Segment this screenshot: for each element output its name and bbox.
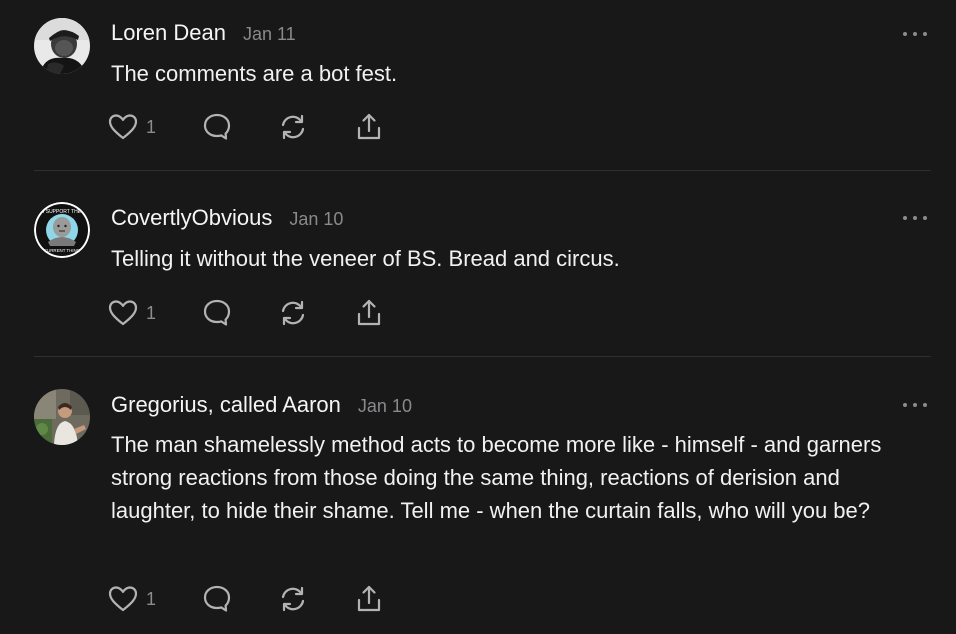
comment-actions: 1 (108, 582, 394, 616)
comment-icon (203, 299, 231, 326)
restack-icon (281, 114, 305, 140)
like-button[interactable]: 1 (108, 299, 202, 327)
heart-icon (108, 114, 138, 140)
heart-icon (108, 586, 138, 612)
share-icon (357, 113, 381, 140)
more-options-icon[interactable] (903, 400, 927, 410)
badge-text-top: I SUPPORT THE (43, 209, 82, 215)
comment-text: Telling it without the veneer of BS. Bre… (111, 246, 620, 271)
more-options-icon[interactable] (903, 29, 927, 39)
comment-divider (34, 356, 931, 357)
comment-date[interactable]: Jan 11 (243, 24, 296, 45)
comment-actions: 1 (108, 296, 394, 330)
avatar-image (34, 18, 90, 74)
comment-header: Gregorius, called Aaron Jan 10 (111, 392, 412, 418)
like-count: 1 (146, 588, 157, 609)
author-name[interactable]: CovertlyObvious (111, 205, 272, 231)
comment-header: CovertlyObvious Jan 10 (111, 205, 343, 231)
share-button[interactable] (354, 298, 394, 328)
like-button[interactable]: 1 (108, 585, 202, 613)
comment-date[interactable]: Jan 10 (358, 396, 412, 417)
share-icon (357, 585, 381, 612)
avatar-loren-dean[interactable] (34, 18, 90, 74)
comment-header: Loren Dean Jan 11 (111, 20, 296, 46)
restack-icon (281, 586, 305, 612)
more-options-icon[interactable] (903, 213, 927, 223)
like-button[interactable]: 1 (108, 113, 202, 141)
reply-button[interactable] (202, 584, 278, 614)
avatar-gregorius[interactable] (34, 389, 90, 445)
avatar-covertlyobvious[interactable]: I SUPPORT THE CURRENT THING (34, 202, 90, 258)
share-icon (357, 299, 381, 326)
avatar-image (34, 389, 90, 445)
restack-button[interactable] (278, 298, 354, 328)
share-button[interactable] (354, 584, 394, 614)
comment-date[interactable]: Jan 10 (289, 209, 343, 230)
restack-icon (281, 300, 305, 326)
comment-divider (34, 170, 931, 171)
like-count: 1 (146, 116, 157, 137)
avatar-image: I SUPPORT THE CURRENT THING (34, 202, 90, 258)
share-button[interactable] (354, 112, 394, 142)
comment-text: The man shamelessly method acts to becom… (111, 432, 882, 523)
badge-text-bottom: CURRENT THING (44, 248, 81, 253)
author-name[interactable]: Gregorius, called Aaron (111, 392, 341, 418)
comment-icon (203, 113, 231, 140)
reply-button[interactable] (202, 298, 278, 328)
comment-icon (203, 585, 231, 612)
comment-text: The comments are a bot fest. (111, 61, 398, 86)
comment-actions: 1 (108, 110, 394, 144)
reply-button[interactable] (202, 112, 278, 142)
author-name[interactable]: Loren Dean (111, 20, 226, 46)
like-count: 1 (146, 302, 157, 323)
heart-icon (108, 300, 138, 326)
restack-button[interactable] (278, 584, 354, 614)
restack-button[interactable] (278, 112, 354, 142)
